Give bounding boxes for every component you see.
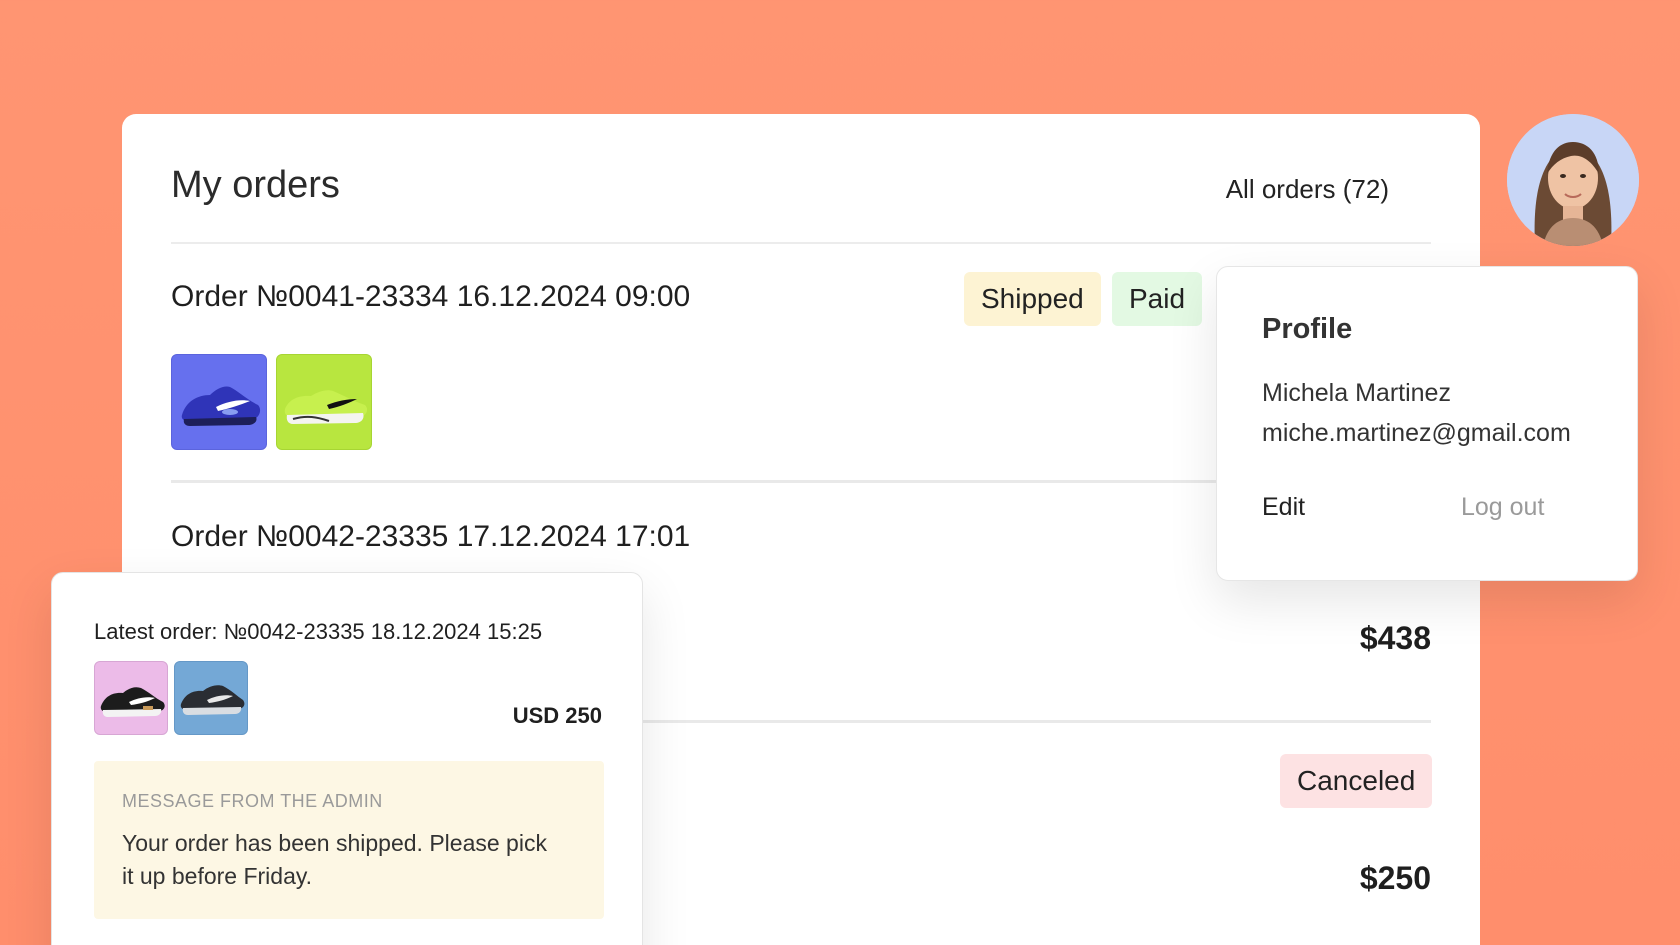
logout-button[interactable]: Log out — [1461, 493, 1544, 522]
sneaker-icon — [181, 386, 261, 426]
product-thumbnail-blue-sneaker[interactable] — [171, 354, 267, 450]
admin-message-text: Your order has been shipped. Please pick… — [122, 830, 547, 889]
admin-message-label: MESSAGE FROM THE ADMIN — [122, 791, 383, 811]
latest-order-popup: Latest order: №0042-23335 18.12.2024 15:… — [51, 572, 643, 945]
user-photo-icon — [1507, 114, 1639, 246]
orders-header: My orders All orders (72) — [171, 164, 1431, 244]
profile-email: miche.martinez@gmail.com — [1262, 419, 1571, 447]
avatar[interactable] — [1507, 114, 1639, 246]
edit-profile-button[interactable]: Edit — [1262, 493, 1305, 522]
latest-order-total: USD 250 — [512, 703, 602, 728]
order-total: $438 — [1359, 620, 1431, 656]
status-badge-paid: Paid — [1112, 272, 1203, 326]
page-title: My orders — [171, 164, 340, 206]
order-title[interactable]: Order №0041-23334 16.12.2024 09:00 — [171, 280, 690, 314]
profile-name: Michela Martinez — [1262, 379, 1451, 407]
profile-popup: Profile Michela Martinez miche.martinez@… — [1216, 266, 1638, 581]
all-orders-link[interactable]: All orders (72) — [1226, 174, 1389, 205]
latest-order-title[interactable]: Latest order: №0042-23335 18.12.2024 15:… — [94, 619, 542, 645]
status-badge-shipped: Shipped — [964, 272, 1101, 326]
product-thumbnail-dark-sneaker[interactable] — [174, 661, 248, 735]
sneaker-icon — [180, 685, 245, 715]
admin-message: MESSAGE FROM THE ADMIN Your order has be… — [94, 761, 604, 919]
order-total: $250 — [1359, 860, 1431, 896]
order-title[interactable]: Order №0042-23335 17.12.2024 17:01 — [171, 520, 690, 554]
product-thumbnail-black-sneaker[interactable] — [94, 661, 168, 735]
sneaker-icon — [100, 687, 165, 717]
sneaker-icon — [284, 390, 368, 424]
product-thumbnail-lime-sneaker[interactable] — [276, 354, 372, 450]
profile-title: Profile — [1262, 313, 1353, 345]
status-badge-canceled: Canceled — [1280, 754, 1433, 808]
